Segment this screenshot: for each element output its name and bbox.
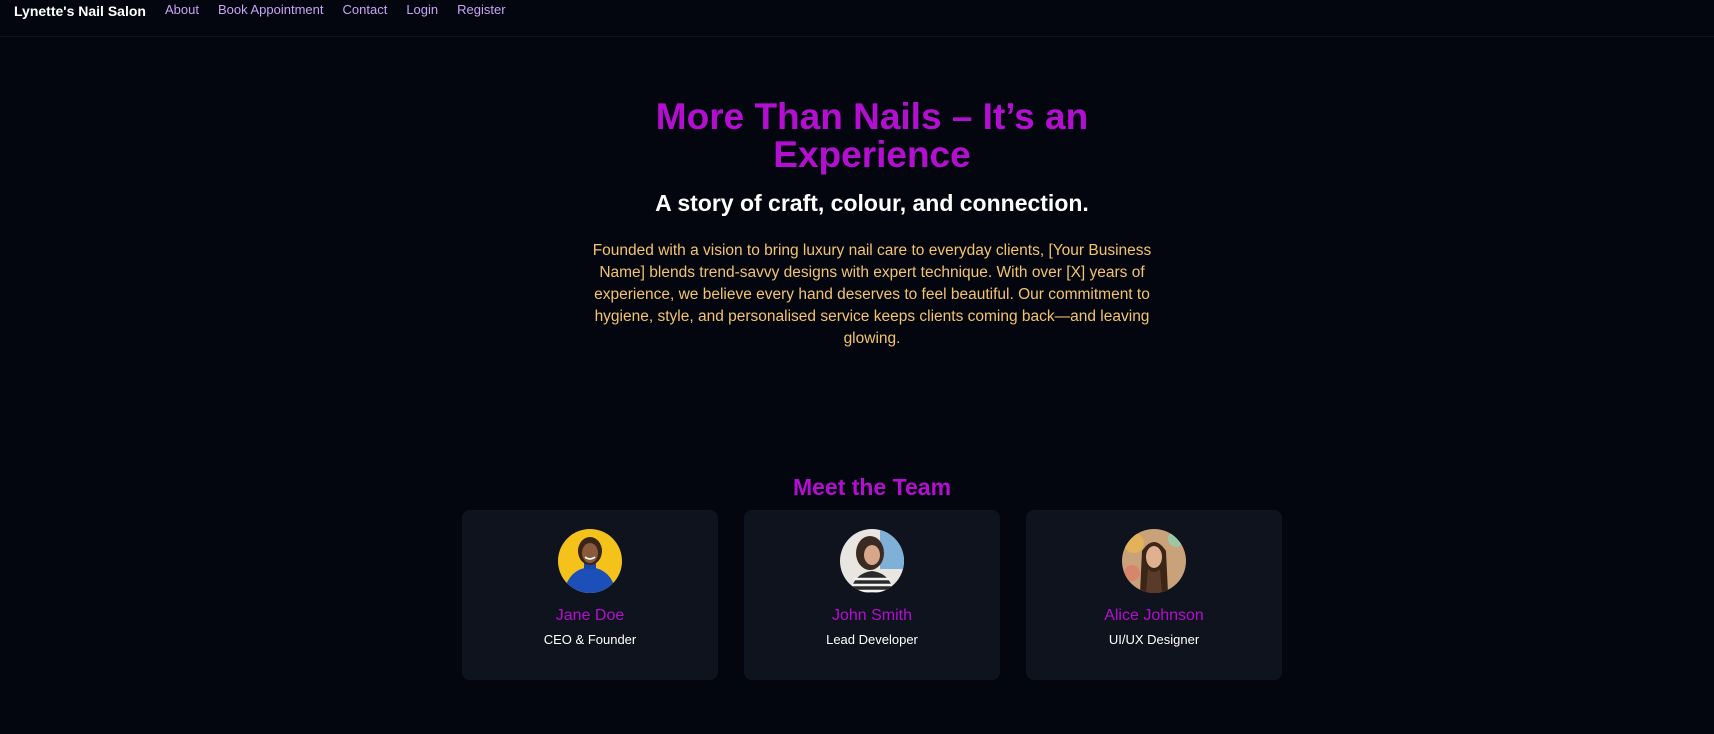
hero-title: More Than Nails – It’s an Experience — [655, 96, 1089, 175]
member-role: Lead Developer — [826, 632, 918, 647]
member-role: CEO & Founder — [543, 632, 637, 647]
member-name: Alice Johnson — [1104, 607, 1204, 624]
avatar — [840, 529, 904, 593]
nav-links: About Book Appointment Contact Login Reg… — [165, 2, 525, 17]
brand-logo-text[interactable]: Lynette's Nail Salon — [14, 3, 146, 19]
avatar — [558, 529, 622, 593]
nav-link-book-appointment[interactable]: Book Appointment — [218, 2, 324, 17]
nav-link-contact[interactable]: Contact — [343, 2, 388, 17]
team-card: Jane Doe CEO & Founder — [462, 510, 718, 680]
team-cards: Jane Doe CEO & Founder John Smith Lead D… — [462, 510, 1282, 680]
member-role: UI/UX Designer — [1108, 632, 1200, 647]
hero-description: Founded with a vision to bring luxury na… — [592, 242, 1152, 347]
nav-link-login[interactable]: Login — [406, 2, 438, 17]
member-name: John Smith — [831, 607, 913, 624]
top-navbar: Lynette's Nail Salon About Book Appointm… — [0, 0, 1714, 37]
nav-link-about[interactable]: About — [165, 2, 199, 17]
member-name: Jane Doe — [555, 607, 625, 624]
hero-subtitle: A story of craft, colour, and connection… — [655, 190, 1089, 216]
team-card: Alice Johnson UI/UX Designer — [1026, 510, 1282, 680]
nav-link-register[interactable]: Register — [457, 2, 505, 17]
about-hero: More Than Nails – It’s an Experience A s… — [557, 98, 1187, 350]
avatar — [1122, 529, 1186, 593]
team-heading: Meet the Team — [792, 474, 952, 501]
team-card: John Smith Lead Developer — [744, 510, 1000, 680]
